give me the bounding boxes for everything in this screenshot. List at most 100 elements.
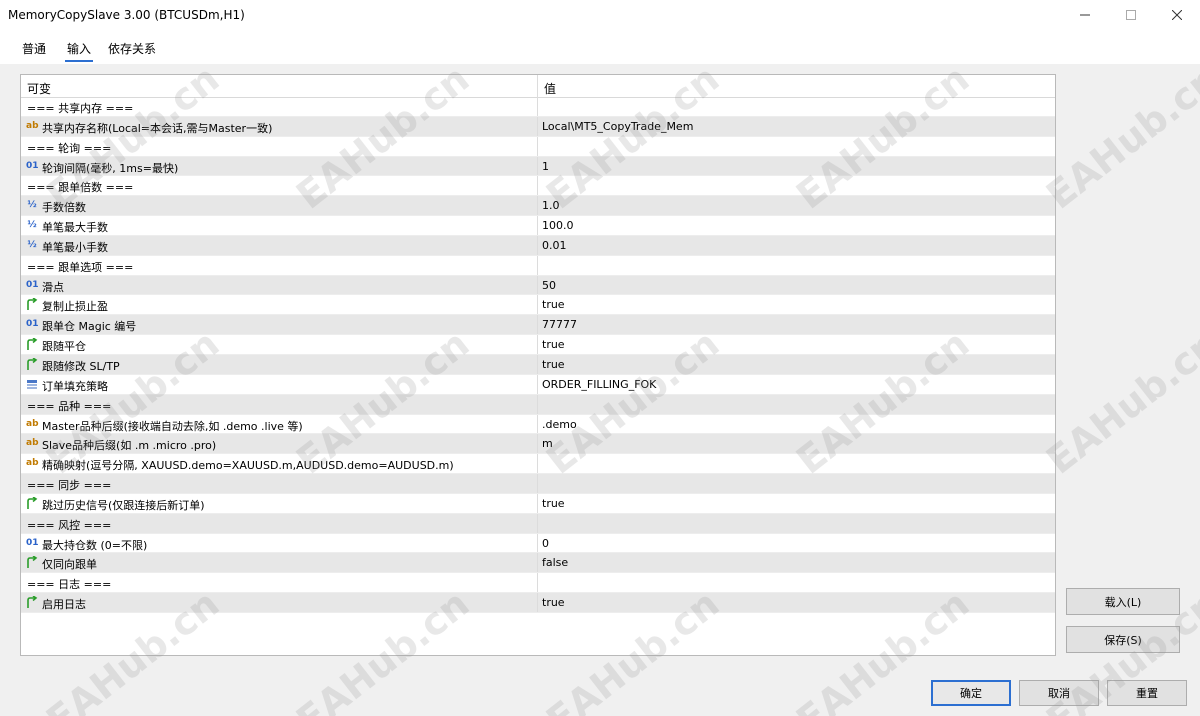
ok-button[interactable]: 确定 xyxy=(931,680,1011,706)
param-row[interactable]: 01 轮询间隔(毫秒, 1ms=最快) 1 xyxy=(21,156,1055,177)
close-button[interactable] xyxy=(1154,0,1200,30)
param-row[interactable]: 仅同向跟单 false xyxy=(21,553,1055,574)
param-row[interactable]: 01 滑点 50 xyxy=(21,275,1055,296)
integer-type-icon: 01 xyxy=(26,279,39,290)
param-row[interactable]: ½ 手数倍数 1.0 xyxy=(21,196,1055,217)
param-value[interactable]: 1 xyxy=(542,160,549,173)
double-type-icon: ½ xyxy=(27,220,37,231)
param-row[interactable]: ab 精确映射(逗号分隔, XAUUSD.demo=XAUUSD.m,AUDUSD… xyxy=(21,454,1055,475)
double-type-icon: ½ xyxy=(27,200,37,211)
cell-divider xyxy=(537,573,538,593)
section-row[interactable]: === 轮询 === xyxy=(21,136,1055,157)
param-name: 仅同向跟单 xyxy=(42,558,97,572)
param-value[interactable]: m xyxy=(542,437,553,450)
param-value[interactable]: .demo xyxy=(542,418,577,431)
cancel-button[interactable]: 取消 xyxy=(1019,680,1099,706)
maximize-icon xyxy=(1126,10,1136,20)
string-type-icon: ab xyxy=(26,120,39,131)
param-row[interactable]: 订单填充策略 ORDER_FILLING_FOK xyxy=(21,374,1055,395)
header-variable[interactable]: 可变 xyxy=(27,80,51,97)
section-label: === 轮询 === xyxy=(27,141,112,155)
param-name: 复制止损止盈 xyxy=(42,300,108,314)
minimize-icon xyxy=(1080,14,1090,16)
load-button[interactable]: 载入(L) xyxy=(1066,588,1180,615)
section-label: === 日志 === xyxy=(27,578,112,592)
param-value[interactable]: ORDER_FILLING_FOK xyxy=(542,378,656,391)
cell-divider xyxy=(537,374,538,394)
cell-divider xyxy=(537,454,538,474)
param-name: 精确映射(逗号分隔, XAUUSD.demo=XAUUSD.m,AUDUSD.d… xyxy=(42,459,454,473)
section-row[interactable]: === 风控 === xyxy=(21,513,1055,534)
cell-divider xyxy=(537,553,538,573)
param-value[interactable]: 77777 xyxy=(542,318,577,331)
param-row[interactable]: ab Slave品种后缀(如 .m .micro .pro) m xyxy=(21,434,1055,455)
cell-divider xyxy=(537,434,538,454)
integer-type-icon: 01 xyxy=(26,319,39,330)
param-row[interactable]: ½ 单笔最小手数 0.01 xyxy=(21,235,1055,256)
section-row[interactable]: === 同步 === xyxy=(21,474,1055,494)
param-value[interactable]: true xyxy=(542,358,565,371)
cell-divider xyxy=(537,235,538,255)
param-row[interactable]: ab 共享内存名称(Local=本会话,需与Master一致) Local\MT5_… xyxy=(21,116,1055,137)
title-bar: MemoryCopySlave 3.00 (BTCUSDm,H1) xyxy=(0,0,1200,31)
section-label: === 同步 === xyxy=(27,479,112,493)
cell-divider xyxy=(537,593,538,612)
header-value[interactable]: 值 xyxy=(544,80,556,97)
cell-divider xyxy=(537,295,538,315)
param-value[interactable]: 50 xyxy=(542,279,556,292)
param-value[interactable]: Local\MT5_CopyTrade_Mem xyxy=(542,120,693,133)
param-value[interactable]: 0.01 xyxy=(542,239,567,252)
param-value[interactable]: true xyxy=(542,338,565,351)
section-row[interactable]: === 共享内存 === xyxy=(21,97,1055,117)
cell-divider xyxy=(537,176,538,196)
column-divider[interactable] xyxy=(537,75,538,97)
param-row[interactable]: ½ 单笔最大手数 100.0 xyxy=(21,216,1055,236)
param-value[interactable]: true xyxy=(542,497,565,510)
tab-general[interactable]: 普通 xyxy=(20,40,48,60)
section-row[interactable]: === 品种 === xyxy=(21,394,1055,415)
param-row[interactable]: 01 最大持仓数 (0=不限) 0 xyxy=(21,533,1055,554)
section-row[interactable]: === 跟单倍数 === xyxy=(21,176,1055,197)
maximize-button[interactable] xyxy=(1108,0,1154,30)
close-icon xyxy=(1172,10,1182,20)
param-row[interactable]: 跳过历史信号(仅跟连接后新订单) true xyxy=(21,493,1055,514)
cell-divider xyxy=(537,116,538,136)
minimize-button[interactable] xyxy=(1062,0,1108,30)
double-type-icon: ½ xyxy=(27,239,37,250)
integer-type-icon: 01 xyxy=(26,160,39,171)
param-row[interactable]: 跟随修改 SL/TP true xyxy=(21,354,1055,375)
cell-divider xyxy=(537,513,538,533)
cell-divider xyxy=(537,394,538,414)
param-value[interactable]: 0 xyxy=(542,537,549,550)
section-row[interactable]: === 跟单选项 === xyxy=(21,255,1055,276)
param-row[interactable]: 启用日志 true xyxy=(21,593,1055,613)
inputs-grid: 可变 值 === 共享内存 === ab 共享内存名称(Local=本会话,需与Ma… xyxy=(20,74,1056,656)
section-label: === 品种 === xyxy=(27,399,112,413)
bool-type-icon xyxy=(26,298,38,311)
param-value[interactable]: 1.0 xyxy=(542,199,560,212)
param-name: 启用日志 xyxy=(42,598,86,612)
bool-type-icon xyxy=(26,338,38,351)
section-row[interactable]: === 日志 === xyxy=(21,573,1055,594)
cell-divider xyxy=(537,533,538,553)
param-row[interactable]: 跟随平仓 true xyxy=(21,335,1055,355)
param-row[interactable]: 01 跟单仓 Magic 编号 77777 xyxy=(21,315,1055,336)
param-row[interactable]: 复制止损止盈 true xyxy=(21,295,1055,316)
tab-inputs[interactable]: 输入 xyxy=(65,40,94,62)
param-value[interactable]: 100.0 xyxy=(542,219,574,232)
param-name: Slave品种后缀(如 .m .micro .pro) xyxy=(42,439,217,453)
param-name: 跟单仓 Magic 编号 xyxy=(42,320,137,334)
cell-divider xyxy=(537,354,538,374)
save-button[interactable]: 保存(S) xyxy=(1066,626,1180,653)
param-name: 手数倍数 xyxy=(42,201,86,215)
cell-divider xyxy=(537,414,538,434)
reset-button[interactable]: 重置 xyxy=(1107,680,1187,706)
param-value[interactable]: true xyxy=(542,596,565,609)
tab-dependencies[interactable]: 依存关系 xyxy=(106,40,158,60)
param-value[interactable]: false xyxy=(542,556,568,569)
param-value[interactable]: true xyxy=(542,298,565,311)
param-name: 跳过历史信号(仅跟连接后新订单) xyxy=(42,498,205,512)
watermark-text: EAHub.cn xyxy=(1038,321,1200,483)
param-row[interactable]: ab Master品种后缀(接收端自动去除,如 .demo .live 等) .de… xyxy=(21,414,1055,435)
cell-divider xyxy=(537,216,538,235)
